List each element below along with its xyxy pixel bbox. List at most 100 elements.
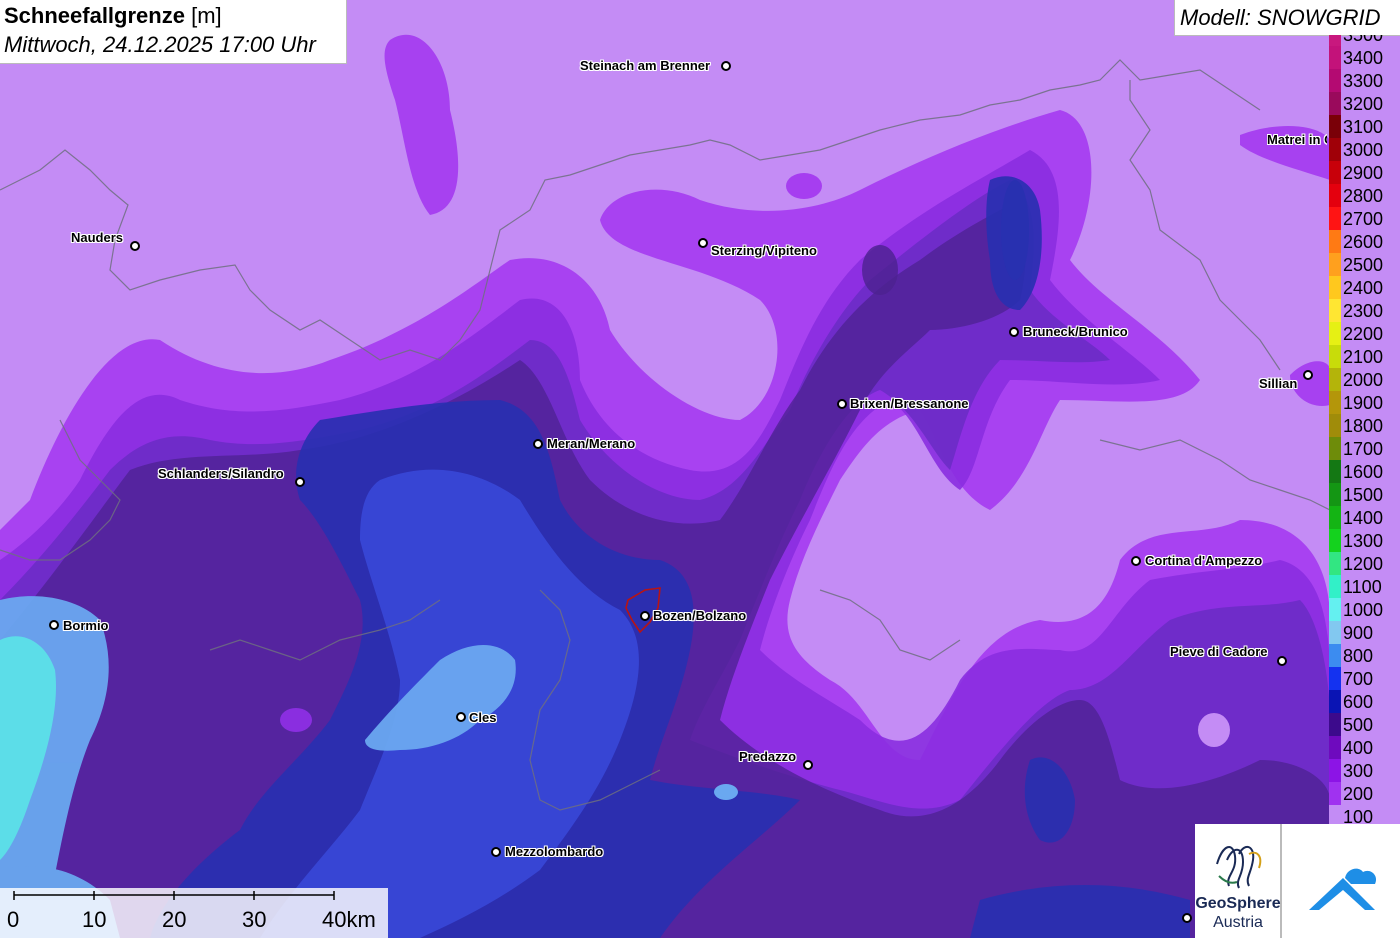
legend-swatch xyxy=(1329,184,1341,207)
legend-label: 1000 xyxy=(1343,600,1384,620)
legend-swatch xyxy=(1329,161,1341,184)
legend-row: 2500 xyxy=(1329,253,1400,276)
weather-cloud-logo-icon xyxy=(1309,868,1377,910)
city-label-predazzo: Predazzo xyxy=(739,749,797,764)
legend-label: 2600 xyxy=(1343,232,1384,252)
legend-label: 200 xyxy=(1343,784,1374,804)
legend-swatch xyxy=(1329,805,1341,825)
geosphere-logo-line2: Austria xyxy=(1213,914,1263,931)
legend-label: 1200 xyxy=(1343,554,1384,574)
legend-label: 600 xyxy=(1343,692,1374,712)
city-label-brixen: Brixen/Bressanone xyxy=(850,396,969,411)
legend-label: 900 xyxy=(1343,623,1374,643)
scale-label-30: 30 xyxy=(242,907,267,932)
legend-swatch xyxy=(1329,92,1341,115)
legend-row: 1300 xyxy=(1329,529,1400,552)
scale-label-0: 0 xyxy=(7,907,20,932)
legend-swatch xyxy=(1329,276,1341,299)
model-label: Modell: SNOWGRID xyxy=(1180,5,1381,30)
legend-row: 2700 xyxy=(1329,207,1400,230)
legend-swatch xyxy=(1329,368,1341,391)
legend-label: 1700 xyxy=(1343,439,1384,459)
city-dot-bormio xyxy=(49,620,59,630)
legend-label: 300 xyxy=(1343,761,1374,781)
legend-row: 400 xyxy=(1329,736,1400,759)
title-unit: [m] xyxy=(191,3,222,28)
legend-label: 100 xyxy=(1343,807,1374,825)
legend-label: 3300 xyxy=(1343,71,1384,91)
title-text: Schneefallgrenze xyxy=(4,3,185,28)
legend-label: 2100 xyxy=(1343,347,1384,367)
legend-row: 2800 xyxy=(1329,184,1400,207)
legend-swatch xyxy=(1329,506,1341,529)
legend-row: 1800 xyxy=(1329,414,1400,437)
scale-bar: 0 10 20 30 40km xyxy=(0,888,388,938)
legend-swatch xyxy=(1329,598,1341,621)
legend-row: 3100 xyxy=(1329,115,1400,138)
city-label-bruneck: Bruneck/Brunico xyxy=(1023,324,1128,339)
legend-label: 2700 xyxy=(1343,209,1384,229)
map-title: Schneefallgrenze [m] xyxy=(4,3,222,29)
legend-row: 1200 xyxy=(1329,552,1400,575)
legend-swatch xyxy=(1329,483,1341,506)
city-dot-cles xyxy=(456,712,466,722)
legend-swatch xyxy=(1329,230,1341,253)
city-label-schlanders: Schlanders/Silandro xyxy=(158,466,284,481)
legend-swatch xyxy=(1329,414,1341,437)
legend-swatch xyxy=(1329,35,1341,46)
legend-row: 2600 xyxy=(1329,230,1400,253)
legend-row: 3500 xyxy=(1329,35,1400,46)
city-label-sterzing: Sterzing/Vipiteno xyxy=(711,243,817,258)
city-label-mezzolombardo: Mezzolombardo xyxy=(505,844,604,859)
legend-row: 1900 xyxy=(1329,391,1400,414)
legend-label: 1400 xyxy=(1343,508,1384,528)
legend-row: 1100 xyxy=(1329,575,1400,598)
legend-swatch xyxy=(1329,690,1341,713)
legend-label: 2200 xyxy=(1343,324,1384,344)
legend-label: 700 xyxy=(1343,669,1374,689)
city-dot-sillian xyxy=(1303,370,1313,380)
legend-row: 2200 xyxy=(1329,322,1400,345)
legend-row: 300 xyxy=(1329,759,1400,782)
legend-swatch xyxy=(1329,644,1341,667)
legend-swatch xyxy=(1329,621,1341,644)
legend-label: 1300 xyxy=(1343,531,1384,551)
legend-swatch xyxy=(1329,713,1341,736)
legend-swatch xyxy=(1329,46,1341,69)
legend-swatch xyxy=(1329,667,1341,690)
city-dot-schlanders xyxy=(295,477,305,487)
legend-row: 3400 xyxy=(1329,46,1400,69)
legend-label: 3500 xyxy=(1343,35,1384,45)
city-dot-cortina xyxy=(1131,556,1141,566)
geosphere-logo-icon xyxy=(1216,845,1262,889)
city-label-bozen: Bozen/Bolzano xyxy=(653,608,747,623)
model-panel: Modell: SNOWGRID xyxy=(1174,0,1400,36)
scale-label-10: 10 xyxy=(82,907,107,932)
legend-label: 800 xyxy=(1343,646,1374,666)
legend-swatch xyxy=(1329,782,1341,805)
legend-row: 2400 xyxy=(1329,276,1400,299)
legend-label: 3200 xyxy=(1343,94,1384,114)
legend-row: 3200 xyxy=(1329,92,1400,115)
city-label-meran: Meran/Merano xyxy=(547,436,636,451)
legend-swatch xyxy=(1329,345,1341,368)
legend-swatch xyxy=(1329,552,1341,575)
legend-label: 1800 xyxy=(1343,416,1384,436)
city-label-bormio: Bormio xyxy=(63,618,109,633)
legend-row: 900 xyxy=(1329,621,1400,644)
legend-swatch xyxy=(1329,575,1341,598)
city-label-cles: Cles xyxy=(469,710,497,725)
legend-swatch xyxy=(1329,69,1341,92)
legend-row: 1700 xyxy=(1329,437,1400,460)
city-label-sillian: Sillian xyxy=(1259,376,1298,391)
legend-label: 3400 xyxy=(1343,48,1384,68)
legend-swatch xyxy=(1329,322,1341,345)
legend-swatch xyxy=(1329,529,1341,552)
legend-row: 1000 xyxy=(1329,598,1400,621)
legend-row: 700 xyxy=(1329,667,1400,690)
legend-label: 1500 xyxy=(1343,485,1384,505)
legend-swatch xyxy=(1329,299,1341,322)
legend-label: 2800 xyxy=(1343,186,1384,206)
city-dot-unlabeled xyxy=(1182,913,1192,923)
legend-label: 3100 xyxy=(1343,117,1384,137)
